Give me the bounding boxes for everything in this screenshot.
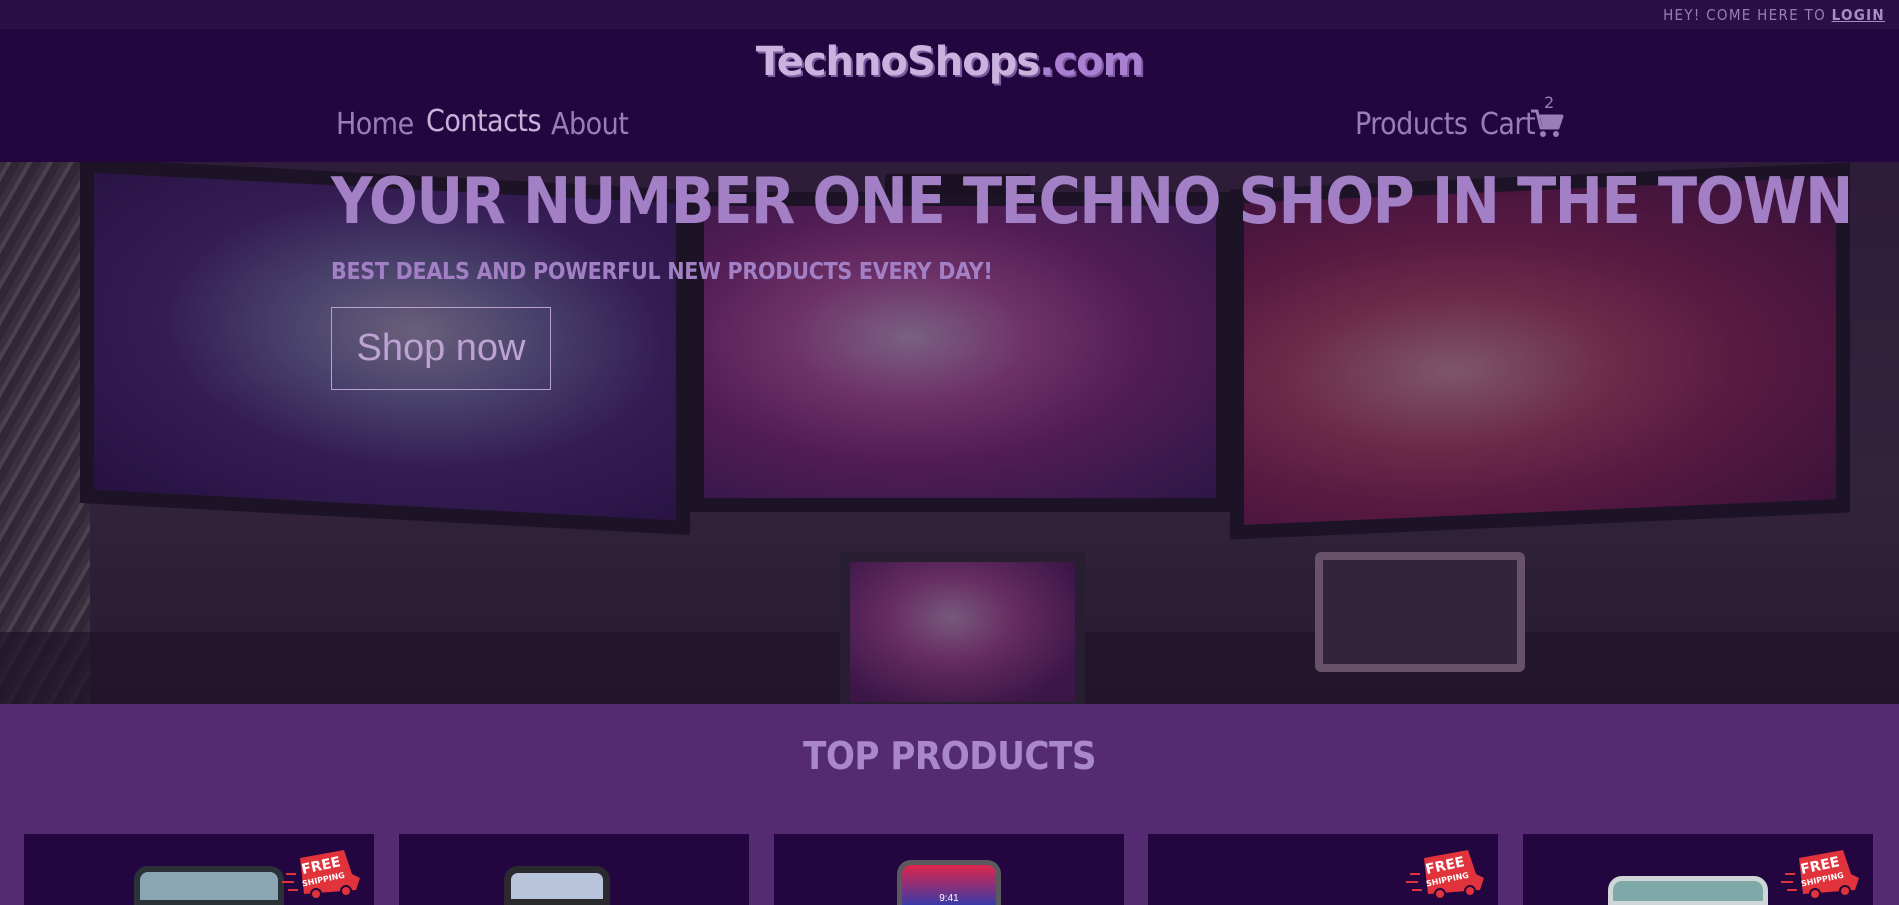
product-image-phone <box>504 866 610 905</box>
hero-banner <box>0 162 1899 704</box>
product-image-phone <box>134 866 284 905</box>
login-prompt: HEY! COME HERE TO LOGIN <box>1663 6 1885 24</box>
nav-home[interactable]: Home <box>336 107 414 142</box>
product-card[interactable]: FREE SHIPPING <box>24 834 374 905</box>
product-image-phone <box>1608 876 1768 905</box>
top-products-title: TOP PRODUCTS <box>803 734 1096 778</box>
free-shipping-truck-icon: FREE SHIPPING <box>1406 850 1484 900</box>
product-card[interactable] <box>399 834 749 905</box>
hero-overlay <box>0 162 1899 704</box>
phone-screen-time: 9:41 <box>939 893 959 904</box>
nav-cart[interactable]: Cart <box>1480 107 1536 142</box>
nav-products[interactable]: Products <box>1355 107 1468 142</box>
login-link[interactable]: LOGIN <box>1832 6 1885 24</box>
product-image-phone: 9:41 <box>897 860 1001 905</box>
hero-subtitle: BEST DEALS AND POWERFUL NEW PRODUCTS EVE… <box>331 259 993 285</box>
product-card[interactable]: FREE SHIPPING <box>1523 834 1873 905</box>
product-card[interactable]: 9:41 <box>774 834 1124 905</box>
site-logo[interactable]: TechnoShops.com <box>0 39 1899 85</box>
shopping-cart-icon[interactable] <box>1530 109 1564 144</box>
hero-title: YOUR NUMBER ONE TECHNO SHOP IN THE TOWN <box>331 165 1853 239</box>
free-shipping-truck-icon: FREE SHIPPING <box>1781 850 1859 900</box>
top-bar: HEY! COME HERE TO LOGIN <box>0 0 1899 29</box>
login-prompt-text: HEY! COME HERE TO <box>1663 6 1832 24</box>
logo-suffix: .com <box>1039 39 1144 85</box>
product-card[interactable]: FREE SHIPPING <box>1148 834 1498 905</box>
nav-about[interactable]: About <box>551 107 629 142</box>
shop-now-button[interactable]: Shop now <box>331 307 551 390</box>
site-header: TechnoShops.com <box>0 29 1899 162</box>
nav-contacts[interactable]: Contacts <box>426 104 542 139</box>
free-shipping-truck-icon: FREE SHIPPING <box>282 850 360 900</box>
logo-main: TechnoShops <box>755 39 1040 85</box>
